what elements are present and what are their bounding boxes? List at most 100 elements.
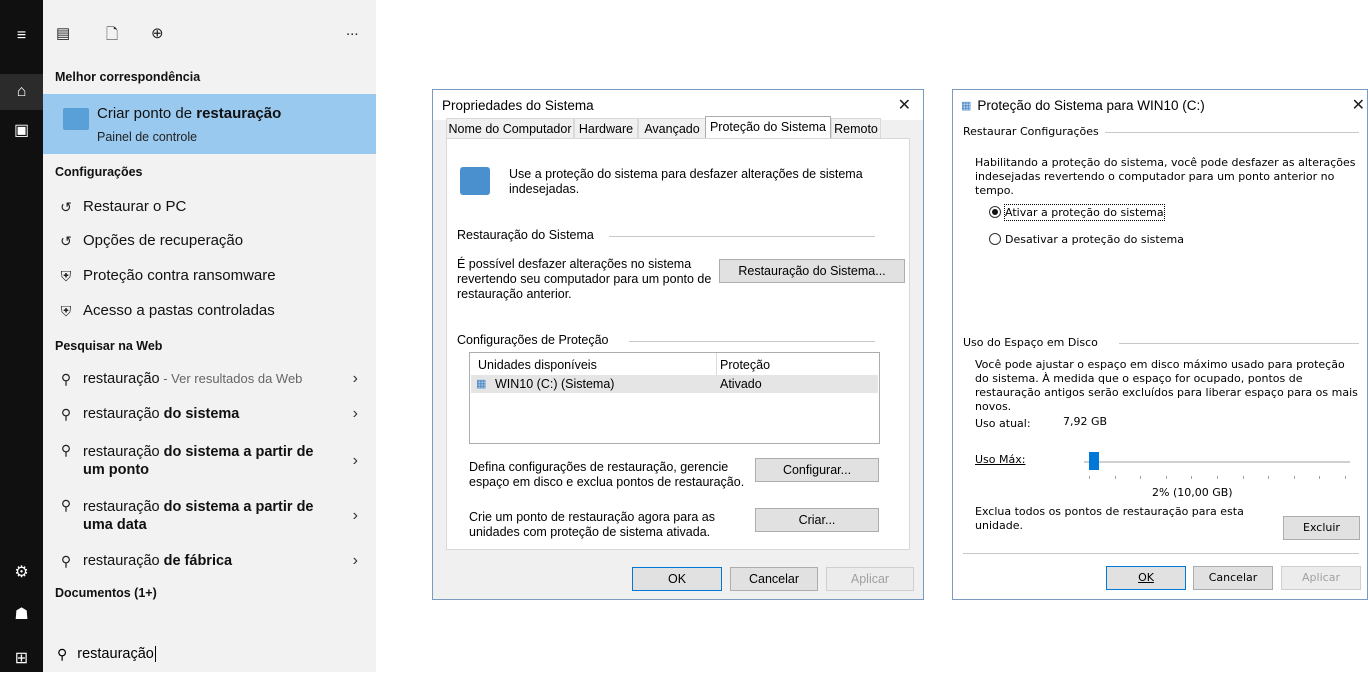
configure-button[interactable]: Configurar... xyxy=(755,458,879,482)
title-bar: Propriedades do Sistema xyxy=(433,90,923,120)
chevron-right-icon: › xyxy=(352,452,358,469)
search-icon: ⚲ xyxy=(57,645,68,662)
delete-button[interactable]: Excluir xyxy=(1283,516,1360,540)
slider-tick xyxy=(1319,476,1320,479)
history-icon: ↺ xyxy=(60,232,72,249)
group-divider xyxy=(1105,132,1359,133)
tab-hardware[interactable]: Hardware xyxy=(574,118,638,138)
drive-name: WIN10 (C:) (Sistema) xyxy=(495,377,615,391)
drive-icon: ▦ xyxy=(476,378,487,390)
drives-table: Unidades disponíveis Proteção ▦ WIN10 (C… xyxy=(469,352,880,444)
restore-text: É possível desfazer alterações no sistem… xyxy=(457,257,712,301)
web-header: Pesquisar na Web xyxy=(55,339,163,353)
windows-logo-icon[interactable]: ⊞ xyxy=(0,640,43,676)
slider-tick xyxy=(1345,476,1346,479)
globe-icon[interactable]: ⊕ xyxy=(151,24,164,42)
system-protection-dialog: ▦ Proteção do Sistema para WIN10 (C:) ✕ … xyxy=(952,89,1368,600)
person-icon[interactable]: ☗ xyxy=(0,596,43,632)
documents-header: Documentos (1+) xyxy=(55,586,157,600)
slider-tick xyxy=(1166,476,1167,479)
ok-button[interactable]: OK xyxy=(632,567,722,591)
disk-usage-text: Você pode ajustar o espaço em disco máxi… xyxy=(975,358,1358,413)
start-search-panel: ▤ 🗋 ⊕ ... Melhor correspondência Criar p… xyxy=(43,0,376,672)
tab-avancado[interactable]: Avançado xyxy=(638,118,706,138)
ok-button[interactable]: OK xyxy=(1106,566,1186,590)
group-divider xyxy=(629,341,875,342)
table-row[interactable]: ▦ WIN10 (C:) (Sistema) Ativado xyxy=(471,375,878,393)
slider-tick xyxy=(1089,476,1090,479)
apply-button[interactable]: Aplicar xyxy=(826,567,914,591)
slider-track xyxy=(1084,461,1350,463)
cancel-button[interactable]: Cancelar xyxy=(730,567,818,591)
dialog-title: Propriedades do Sistema xyxy=(442,97,594,113)
close-button[interactable]: ✕ xyxy=(1352,95,1365,115)
radio-disable-label[interactable]: Desativar a proteção do sistema xyxy=(1005,232,1184,247)
tab-remoto[interactable]: Remoto xyxy=(831,118,881,138)
apps-icon[interactable]: ▤ xyxy=(56,24,70,42)
slider-tick xyxy=(1191,476,1192,479)
more-options-button[interactable]: ... xyxy=(346,22,359,39)
best-match-subtitle: Painel de controle xyxy=(97,130,198,144)
apply-button[interactable]: Aplicar xyxy=(1281,566,1361,590)
search-icon: ⚲ xyxy=(60,370,72,387)
web-result[interactable]: ⚲ restauração - Ver resultados da Web › xyxy=(43,362,376,396)
slider-thumb[interactable] xyxy=(1089,452,1099,470)
best-match-item[interactable]: Criar ponto de restauração Painel de con… xyxy=(43,94,376,154)
column-header-unidades[interactable]: Unidades disponíveis xyxy=(478,358,597,372)
create-button[interactable]: Criar... xyxy=(755,508,879,532)
chevron-right-icon: › xyxy=(352,370,358,387)
tab-nome-computador[interactable]: Nome do Computador xyxy=(446,118,574,138)
slider-readout: 2% (10,00 GB) xyxy=(1152,486,1233,499)
best-match-title: Criar ponto de restauração xyxy=(97,105,282,122)
monitor-restore-icon xyxy=(63,108,89,130)
search-input[interactable]: ⚲ restauração xyxy=(43,636,376,672)
settings-item-restaurar[interactable]: ↺ Restaurar o PC xyxy=(43,190,376,224)
cancel-button[interactable]: Cancelar xyxy=(1193,566,1273,590)
restore-settings-label: Restaurar Configurações xyxy=(963,125,1099,138)
settings-item-ransomware[interactable]: ⛨ Proteção contra ransomware xyxy=(43,259,376,293)
configure-text: Defina configurações de restauração, ger… xyxy=(469,460,745,489)
taskbar: ≡ ⌂ ▣ ⚙ ☗ ⊞ xyxy=(0,0,43,672)
contact-card-icon[interactable]: ▣ xyxy=(0,112,43,148)
current-usage-label: Uso atual: xyxy=(975,417,1031,430)
group-divider xyxy=(1119,343,1359,344)
max-usage-slider[interactable] xyxy=(1084,452,1350,480)
search-query: restauração xyxy=(77,646,156,662)
tab-protecao-sistema[interactable]: Proteção do Sistema xyxy=(705,116,831,139)
close-button[interactable]: ✕ xyxy=(898,95,911,115)
settings-item-pastas[interactable]: ⛨ Acesso a pastas controladas xyxy=(43,294,376,328)
settings-header: Configurações xyxy=(55,165,143,179)
drive-protection: Ativado xyxy=(720,377,762,391)
web-result[interactable]: ⚲ restauração do sistema a partir de um po… xyxy=(43,438,376,484)
web-result[interactable]: ⚲ restauração do sistema a partir de uma d… xyxy=(43,493,376,539)
search-icon: ⚲ xyxy=(60,497,72,513)
shield-icon: ⛨ xyxy=(60,267,72,284)
column-header-protecao[interactable]: Proteção xyxy=(720,358,770,372)
restore-settings-text: Habilitando a proteção do sistema, você … xyxy=(975,156,1356,197)
hamburger-icon[interactable]: ≡ xyxy=(0,18,43,54)
system-restore-button[interactable]: Restauração do Sistema... xyxy=(719,259,905,283)
home-icon[interactable]: ⌂ xyxy=(0,74,43,110)
slider-tick xyxy=(1140,476,1141,479)
chevron-right-icon: › xyxy=(352,405,358,422)
gear-icon[interactable]: ⚙ xyxy=(0,554,43,590)
chevron-right-icon: › xyxy=(352,552,358,569)
radio-enable[interactable] xyxy=(989,206,1001,218)
chevron-right-icon: › xyxy=(352,507,358,524)
protection-group-label: Configurações de Proteção xyxy=(457,333,609,347)
document-icon[interactable]: 🗋 xyxy=(106,24,118,49)
radio-disable[interactable] xyxy=(989,233,1001,245)
system-properties-dialog: Propriedades do Sistema ✕ Nome do Comput… xyxy=(432,89,924,600)
web-result[interactable]: ⚲ restauração do sistema › xyxy=(43,397,376,431)
radio-enable-label[interactable]: Ativar a proteção do sistema xyxy=(1004,204,1165,221)
settings-item-recuperacao[interactable]: ↺ Opções de recuperação xyxy=(43,224,376,258)
search-icon: ⚲ xyxy=(60,405,72,422)
title-bar: ▦ Proteção do Sistema para WIN10 (C:) xyxy=(953,90,1367,120)
slider-ticks xyxy=(1084,476,1350,480)
group-divider xyxy=(609,236,875,237)
footer-divider xyxy=(963,553,1359,554)
slider-tick xyxy=(1217,476,1218,479)
current-usage-value: 7,92 GB xyxy=(1063,415,1108,428)
dialog-title: Proteção do Sistema para WIN10 (C:) xyxy=(977,97,1205,113)
web-result[interactable]: ⚲ restauração de fábrica › xyxy=(43,544,376,578)
